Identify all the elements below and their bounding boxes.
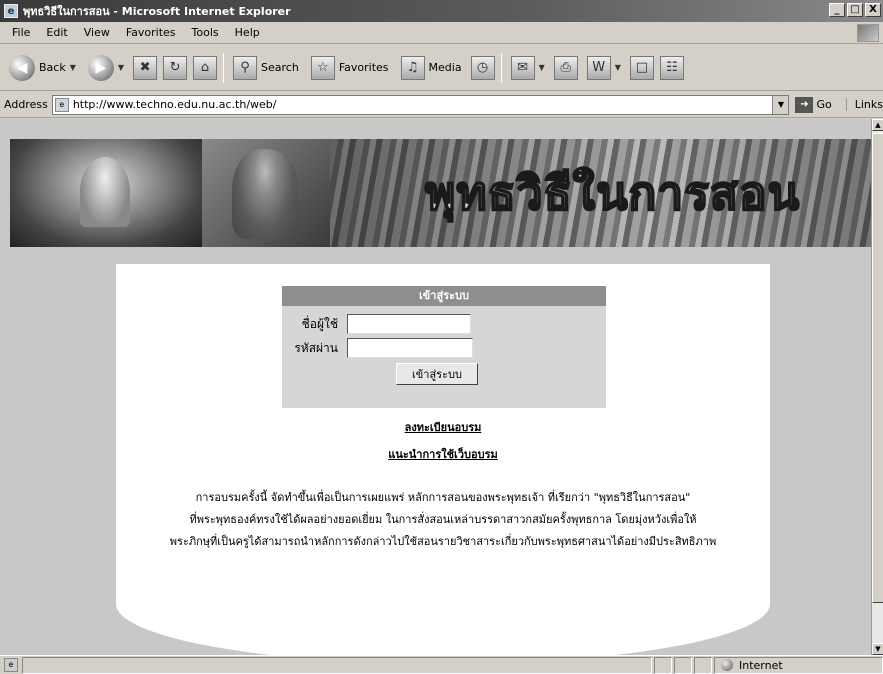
buddha-image xyxy=(10,139,202,247)
chevron-down-icon[interactable]: ▼ xyxy=(772,95,789,114)
menu-file[interactable]: File xyxy=(4,26,38,39)
search-label: Search xyxy=(261,61,299,74)
ie-logo-icon: e xyxy=(4,4,18,18)
menu-bar: File Edit View Favorites Tools Help xyxy=(0,22,883,44)
menu-favorites[interactable]: Favorites xyxy=(118,26,184,39)
register-link[interactable]: ลงทะเบียนอบรม xyxy=(116,418,770,436)
menu-tools[interactable]: Tools xyxy=(184,26,227,39)
media-icon: ♫ xyxy=(400,55,425,80)
password-input[interactable] xyxy=(347,338,473,358)
home-icon[interactable]: ⌂ xyxy=(193,55,218,80)
chevron-down-icon[interactable]: ▼ xyxy=(615,63,621,72)
window-title: พุทธวิธีในการสอน - Microsoft Internet Ex… xyxy=(23,5,291,18)
word-edit-icon: W xyxy=(586,55,611,80)
media-label: Media xyxy=(428,61,462,74)
status-bar: e Internet xyxy=(0,655,883,674)
favorites-label: Favorites xyxy=(338,61,389,74)
address-label: Address xyxy=(4,98,48,111)
description-line-3: พระภิกษุที่เป็นครูได้สามารถนำหลักการดังก… xyxy=(169,535,717,548)
login-header: เข้าสู่ระบบ xyxy=(282,286,606,306)
description-line-2: ที่พระพุทธองค์ทรงใช้ได้ผลอย่างยอดเยี่ยม … xyxy=(189,513,697,526)
star-icon: ☆ xyxy=(310,55,335,80)
go-arrow-icon: ➜ xyxy=(795,96,814,113)
stop-icon[interactable]: ✖ xyxy=(133,55,158,80)
toolbar: ◀ Back ▼ ▶ ▼ ✖ ↻ ⌂ ⚲ Search ☆ Favorites … xyxy=(0,45,883,91)
back-button[interactable]: ◀ Back ▼ xyxy=(6,53,79,83)
password-label: รหัสผ่าน xyxy=(294,340,338,355)
page-viewport: พุทธวิธีในการสอน เข้าสู่ระบบ ชื่อผู้ใช้ … xyxy=(0,119,871,655)
menu-edit[interactable]: Edit xyxy=(38,26,75,39)
username-input[interactable] xyxy=(347,314,471,334)
scroll-down-icon[interactable]: ▼ xyxy=(872,643,883,655)
globe-icon xyxy=(721,659,733,671)
title-bar: e พุทธวิธีในการสอน - Microsoft Internet … xyxy=(0,0,883,22)
username-row: ชื่อผู้ใช้ xyxy=(282,314,471,334)
scroll-thumb[interactable] xyxy=(872,133,883,603)
chevron-down-icon[interactable]: ▼ xyxy=(70,63,76,72)
refresh-icon[interactable]: ↻ xyxy=(163,55,188,80)
content-card: เข้าสู่ระบบ ชื่อผู้ใช้ รหัสผ่าน เข้าสู่ร… xyxy=(116,264,770,655)
description-line-1: การอบรมครั้งนี้ จัดทำขึ้นเพื่อเป็นการเผย… xyxy=(195,491,691,504)
zone-label: Internet xyxy=(739,658,783,672)
toolbar-divider xyxy=(500,52,502,83)
back-arrow-icon: ◀ xyxy=(9,54,35,81)
banner-title: พุทธวิธีในการสอน xyxy=(424,165,801,221)
security-zone: Internet xyxy=(714,656,883,674)
discuss-icon[interactable]: □ xyxy=(629,55,654,80)
login-box: เข้าสู่ระบบ ชื่อผู้ใช้ รหัสผ่าน เข้าสู่ร… xyxy=(282,286,606,408)
go-label: Go xyxy=(816,98,832,111)
monk-image xyxy=(202,139,330,247)
menu-help[interactable]: Help xyxy=(227,26,268,39)
forward-button[interactable]: ▶ ▼ xyxy=(85,53,127,83)
status-cell xyxy=(654,656,672,674)
students-image: พุทธวิธีในการสอน xyxy=(330,139,871,247)
guide-link[interactable]: แนะนำการใช้เว็บอบรม xyxy=(116,445,770,463)
toolbar-divider xyxy=(223,52,225,83)
back-label: Back xyxy=(39,61,66,74)
password-row: รหัสผ่าน xyxy=(282,338,473,358)
history-icon[interactable]: ◷ xyxy=(470,55,495,80)
chevron-down-icon[interactable]: ▼ xyxy=(118,63,124,72)
search-icon: ⚲ xyxy=(233,55,258,80)
print-icon[interactable]: ⎙ xyxy=(553,55,578,80)
login-button[interactable]: เข้าสู่ระบบ xyxy=(396,363,478,385)
go-button[interactable]: ➜ Go xyxy=(795,96,832,113)
status-cell xyxy=(694,656,712,674)
close-button[interactable]: X xyxy=(865,3,881,17)
maximize-button[interactable]: □ xyxy=(847,3,863,17)
favorites-button[interactable]: ☆ Favorites xyxy=(308,54,392,82)
page-icon: e xyxy=(54,97,69,112)
mail-button[interactable]: ✉ ▼ xyxy=(508,54,548,82)
media-button[interactable]: ♫ Media xyxy=(398,54,465,82)
menu-view[interactable]: View xyxy=(76,26,118,39)
links-toolbar[interactable]: Links xyxy=(845,98,883,111)
page-status-icon: e xyxy=(4,658,18,672)
address-bar: Address e http://www.techno.edu.nu.ac.th… xyxy=(0,92,883,118)
search-button[interactable]: ⚲ Search xyxy=(230,54,302,82)
status-text xyxy=(22,656,652,674)
address-url[interactable]: http://www.techno.edu.nu.ac.th/web/ xyxy=(73,98,277,111)
messenger-icon[interactable]: ☷ xyxy=(659,55,684,80)
scroll-up-icon[interactable]: ▲ xyxy=(872,119,883,131)
chevron-down-icon[interactable]: ▼ xyxy=(539,63,545,72)
address-input[interactable]: e http://www.techno.edu.nu.ac.th/web/ ▼ xyxy=(51,94,790,115)
vertical-scrollbar[interactable]: ▲ ▼ xyxy=(871,119,883,655)
window-controls: _ □ X xyxy=(829,3,881,17)
status-cell xyxy=(674,656,692,674)
windows-logo-icon xyxy=(857,24,879,42)
mail-icon: ✉ xyxy=(510,55,535,80)
banner: พุทธวิธีในการสอน xyxy=(10,139,871,247)
minimize-button[interactable]: _ xyxy=(829,3,845,17)
forward-arrow-icon: ▶ xyxy=(87,54,114,81)
username-label: ชื่อผู้ใช้ xyxy=(301,316,338,331)
edit-button[interactable]: W ▼ xyxy=(584,54,624,82)
